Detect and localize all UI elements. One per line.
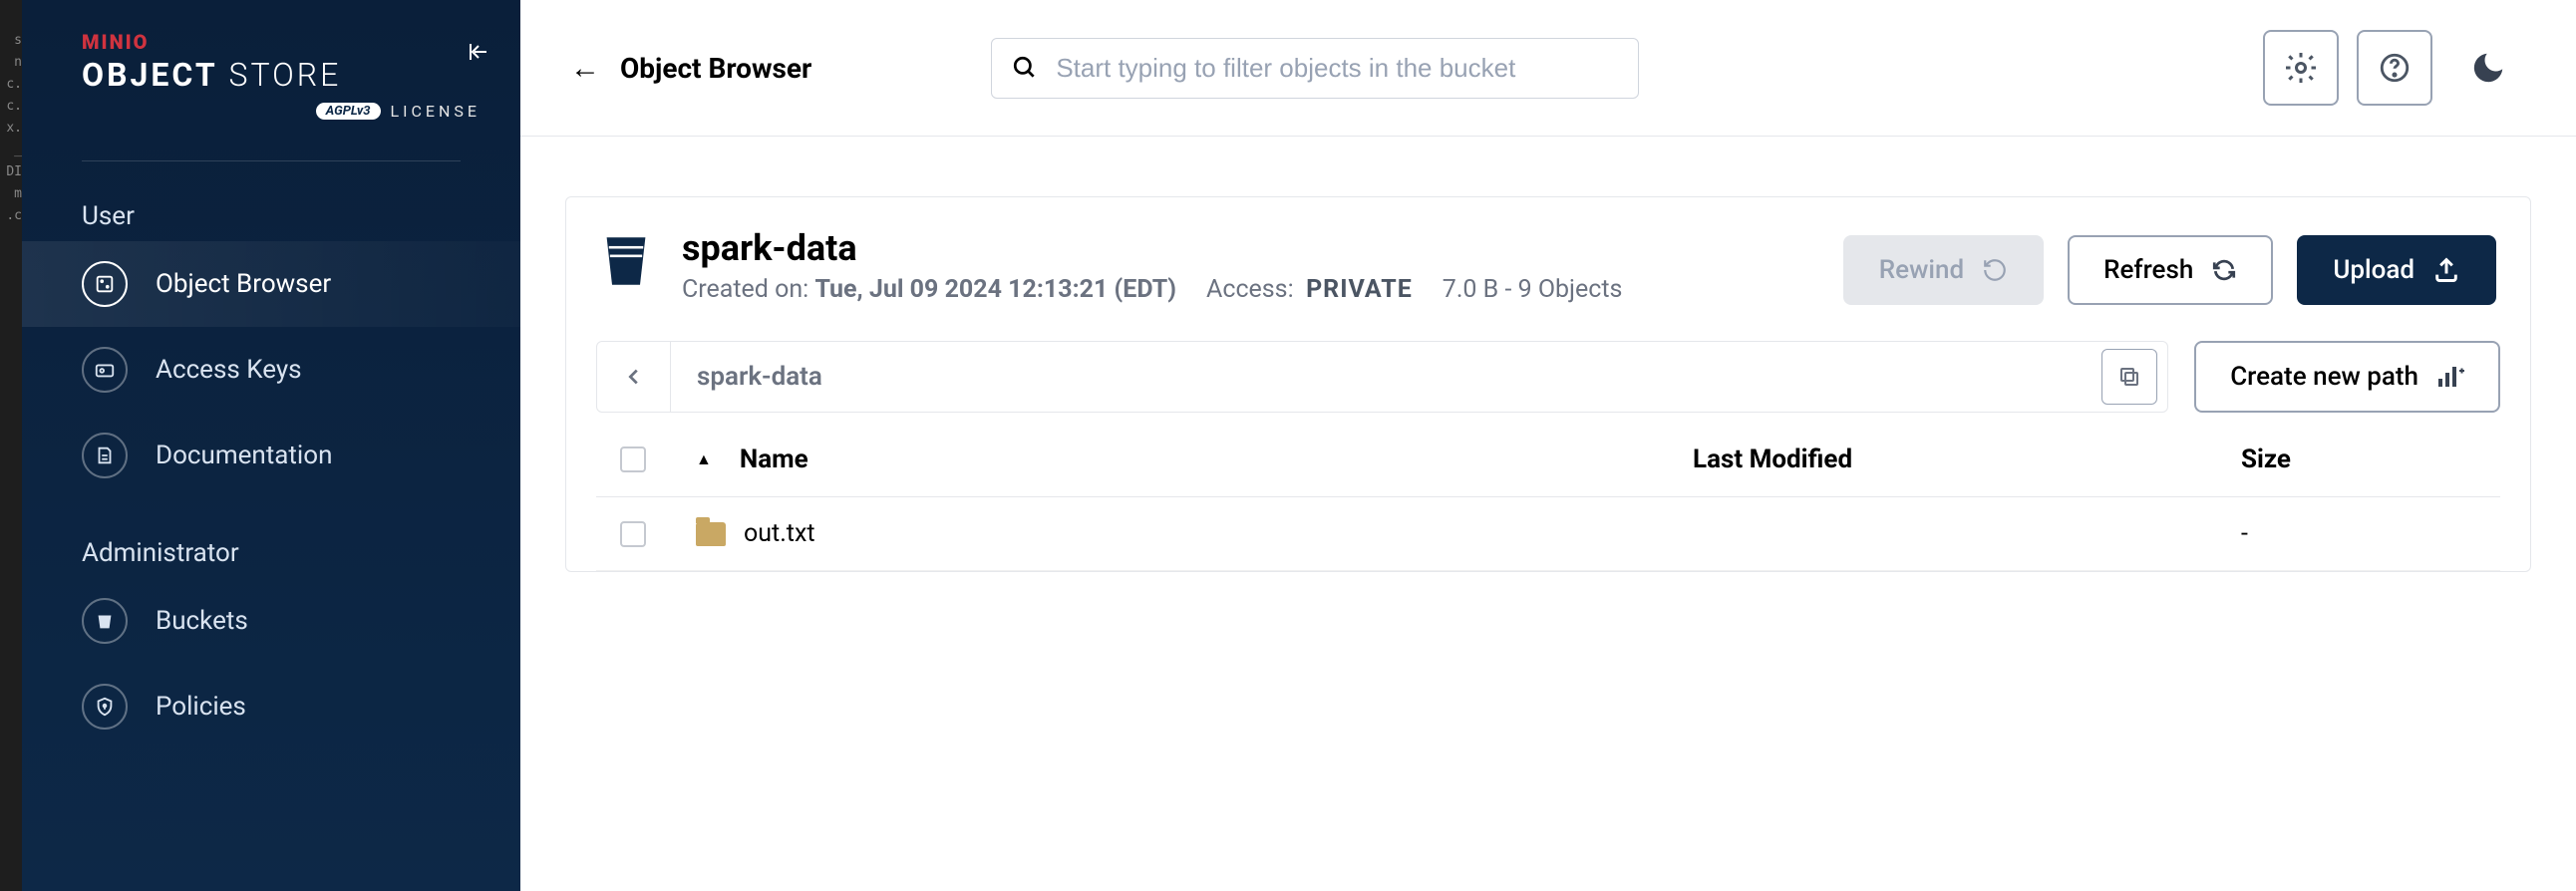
buckets-icon bbox=[82, 598, 128, 644]
object-browser-icon bbox=[82, 261, 128, 307]
object-name: out.txt bbox=[744, 519, 815, 548]
select-all-checkbox[interactable] bbox=[620, 446, 646, 472]
collapse-sidebar-icon[interactable] bbox=[467, 40, 490, 64]
copy-icon bbox=[2117, 365, 2141, 389]
sidebar-item-label: Policies bbox=[156, 692, 246, 722]
search-wrap bbox=[991, 38, 1639, 99]
search-icon bbox=[1012, 55, 1038, 81]
sidebar-item-object-browser[interactable]: Object Browser bbox=[22, 241, 520, 327]
copy-path-button[interactable] bbox=[2101, 349, 2157, 405]
access-keys-icon bbox=[82, 347, 128, 393]
search-input[interactable] bbox=[1056, 53, 1618, 84]
refresh-icon bbox=[2211, 257, 2237, 283]
sidebar-item-label: Access Keys bbox=[156, 355, 302, 385]
brand-object-store: OBJECT STORE bbox=[82, 56, 481, 94]
sidebar-item-policies[interactable]: Policies bbox=[22, 664, 520, 749]
help-button[interactable] bbox=[2357, 30, 2432, 106]
logo-area: MINIO OBJECT STORE AGPLv3 LICENSE bbox=[22, 30, 520, 150]
object-table: ▲Name Last Modified Size out.txt - bbox=[596, 423, 2500, 571]
agpl-badge: AGPLv3 bbox=[316, 103, 381, 120]
bucket-icon bbox=[600, 233, 652, 289]
sidebar-item-label: Documentation bbox=[156, 441, 332, 470]
col-name[interactable]: ▲Name bbox=[696, 445, 1693, 474]
sidebar-item-access-keys[interactable]: Access Keys bbox=[22, 327, 520, 413]
settings-button[interactable] bbox=[2263, 30, 2339, 106]
policies-icon bbox=[82, 684, 128, 730]
refresh-button[interactable]: Refresh bbox=[2068, 235, 2273, 305]
topbar: ← Object Browser bbox=[520, 0, 2576, 137]
sidebar: MINIO OBJECT STORE AGPLv3 LICENSE User O… bbox=[22, 0, 520, 891]
brand-license: AGPLv3 LICENSE bbox=[82, 102, 481, 121]
sidebar-item-buckets[interactable]: Buckets bbox=[22, 578, 520, 664]
created-value: Tue, Jul 09 2024 12:13:21 (EDT) bbox=[814, 275, 1176, 304]
terminal-sliver: snc.c.x._DIm.c bbox=[0, 0, 22, 891]
bucket-card: spark-data Created on: Tue, Jul 09 2024 … bbox=[565, 196, 2531, 572]
back-button[interactable]: ← Object Browser bbox=[570, 51, 811, 86]
sidebar-item-documentation[interactable]: Documentation bbox=[22, 413, 520, 498]
new-path-icon bbox=[2436, 365, 2464, 389]
create-path-button[interactable]: Create new path bbox=[2194, 341, 2500, 413]
theme-toggle[interactable] bbox=[2450, 30, 2526, 106]
path-bar: spark-data bbox=[596, 341, 2168, 413]
page-title: Object Browser bbox=[620, 52, 811, 85]
brand-minio: MINIO bbox=[82, 30, 481, 54]
access-label: Access: bbox=[1206, 275, 1294, 304]
section-administrator: Administrator bbox=[22, 528, 520, 578]
col-modified[interactable]: Last Modified bbox=[1693, 445, 2241, 474]
size-summary: 7.0 B - 9 Objects bbox=[1443, 275, 1623, 304]
sidebar-item-label: Buckets bbox=[156, 606, 248, 636]
main: ← Object Browser bbox=[520, 0, 2576, 891]
row-checkbox[interactable] bbox=[620, 521, 646, 547]
object-size: - bbox=[2241, 519, 2490, 548]
moon-icon bbox=[2469, 49, 2507, 87]
breadcrumb[interactable]: spark-data bbox=[671, 362, 2101, 392]
section-user: User bbox=[22, 191, 520, 241]
gear-icon bbox=[2283, 50, 2319, 86]
upload-icon bbox=[2432, 256, 2460, 284]
chevron-left-icon bbox=[623, 366, 645, 388]
folder-icon bbox=[696, 522, 726, 546]
upload-button[interactable]: Upload bbox=[2297, 235, 2496, 305]
bucket-name: spark-data bbox=[682, 227, 1813, 269]
arrow-left-icon: ← bbox=[570, 51, 600, 86]
access-value: PRIVATE bbox=[1306, 275, 1413, 304]
sidebar-item-label: Object Browser bbox=[156, 269, 331, 299]
table-header: ▲Name Last Modified Size bbox=[596, 423, 2500, 497]
help-icon bbox=[2378, 51, 2412, 85]
col-size[interactable]: Size bbox=[2241, 445, 2490, 474]
rewind-button: Rewind bbox=[1843, 235, 2044, 305]
table-row[interactable]: out.txt - bbox=[596, 497, 2500, 571]
sort-asc-icon: ▲ bbox=[696, 449, 712, 469]
created-label: Created on: bbox=[682, 275, 808, 304]
documentation-icon bbox=[82, 433, 128, 478]
path-back-button[interactable] bbox=[597, 342, 671, 412]
rewind-icon bbox=[1982, 257, 2008, 283]
